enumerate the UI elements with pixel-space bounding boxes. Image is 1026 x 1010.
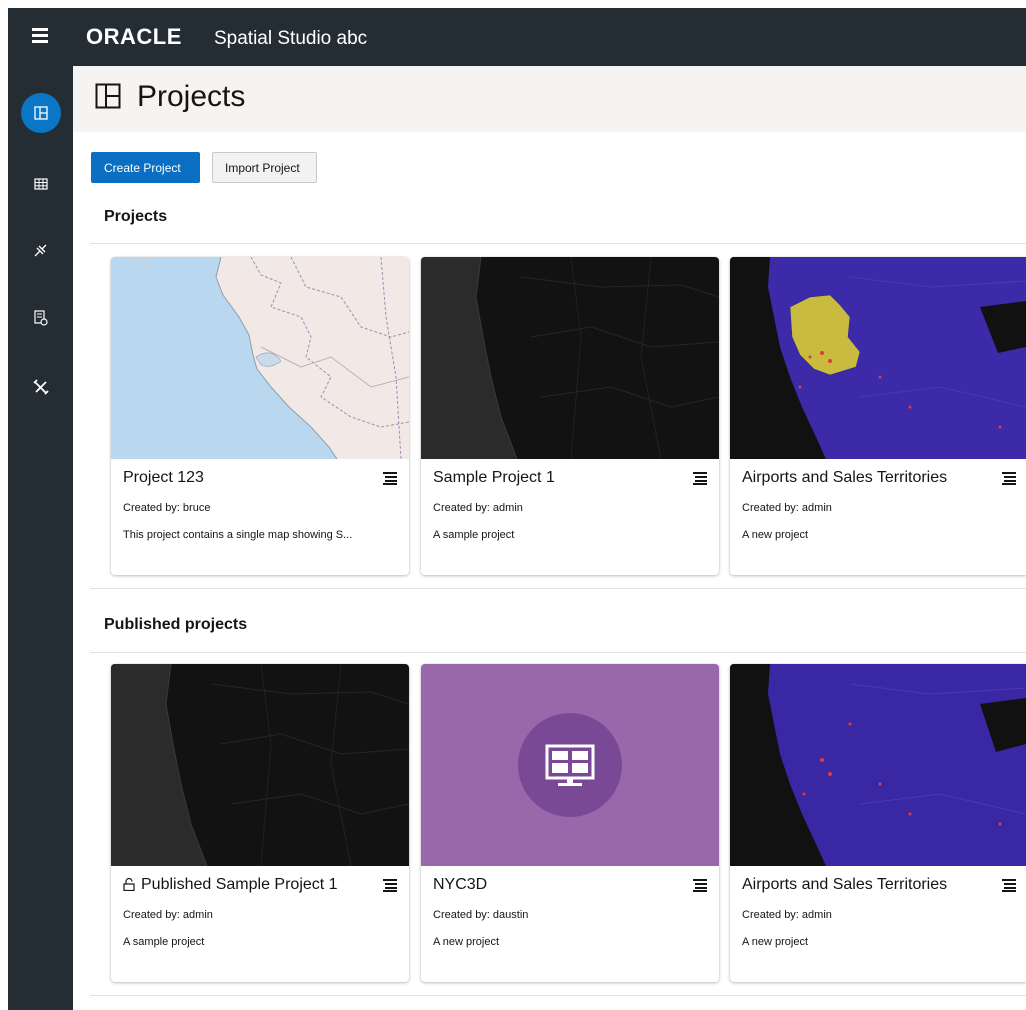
top-bar: ORACLE Spatial Studio abc [8, 8, 1026, 66]
card-author: Created by: admin [123, 909, 213, 921]
card-author: Created by: admin [742, 502, 832, 514]
card-menu-icon[interactable] [383, 471, 399, 485]
card-menu-icon[interactable] [693, 878, 709, 892]
published-project-card[interactable]: Published Sample Project 1 Created by: a… [111, 664, 409, 982]
published-section-title: Published projects [104, 616, 248, 633]
card-author: Created by: daustin [433, 909, 529, 921]
import-project-button[interactable]: Import Project [212, 152, 317, 183]
published-project-card[interactable]: Airports and Sales Territories Created b… [730, 664, 1026, 982]
create-project-button[interactable]: Create Project [91, 152, 200, 183]
project-card[interactable]: Airports and Sales Territories Created b… [730, 257, 1026, 575]
page-header: Projects [73, 66, 1026, 132]
divider [90, 995, 1026, 996]
card-menu-icon[interactable] [693, 471, 709, 485]
card-title: Airports and Sales Territories [742, 876, 948, 893]
projects-icon [95, 83, 121, 109]
card-menu-icon[interactable] [1002, 878, 1018, 892]
hamburger-menu-icon[interactable] [32, 28, 48, 44]
project-placeholder-thumbnail [421, 664, 719, 866]
map-thumbnail [111, 257, 409, 459]
card-title: Project 123 [123, 469, 204, 486]
card-menu-icon[interactable] [383, 878, 399, 892]
sidebar-item-jobs[interactable] [21, 298, 61, 338]
page-title: Projects [137, 80, 246, 113]
unlocked-icon [123, 878, 135, 892]
card-description: A sample project [123, 936, 205, 948]
card-title: Published Sample Project 1 [141, 876, 338, 893]
divider [90, 588, 1026, 589]
card-title-row: Published Sample Project 1 [123, 876, 338, 894]
card-title: Sample Project 1 [433, 469, 555, 486]
card-description: A new project [742, 936, 809, 948]
sidebar-item-tools[interactable] [21, 367, 61, 407]
card-title: Airports and Sales Territories [742, 469, 948, 486]
card-description: A new project [433, 936, 500, 948]
project-card[interactable]: Project 123 Created by: bruce This proje… [111, 257, 409, 575]
card-author: Created by: admin [433, 502, 523, 514]
card-description: A new project [742, 529, 809, 541]
map-thumbnail [111, 664, 409, 866]
connections-icon [34, 244, 47, 257]
datasets-icon [34, 178, 48, 190]
card-title: NYC3D [433, 876, 488, 893]
map-thumbnail [730, 257, 1026, 459]
projects-section-title: Projects [104, 208, 168, 225]
card-author: Created by: admin [742, 909, 832, 921]
projects-icon [34, 106, 48, 120]
jobs-icon [34, 310, 48, 326]
map-thumbnail [421, 257, 719, 459]
card-menu-icon[interactable] [1002, 471, 1018, 485]
map-thumbnail [730, 664, 1026, 866]
oracle-logo: ORACLE [86, 24, 182, 49]
sidebar [8, 66, 73, 1010]
divider [90, 652, 1026, 653]
card-description: This project contains a single map showi… [123, 529, 353, 541]
sidebar-item-projects[interactable] [21, 93, 61, 133]
app-title: Spatial Studio abc [214, 28, 368, 49]
card-description: A sample project [433, 529, 515, 541]
sidebar-item-datasets[interactable] [21, 164, 61, 204]
card-author: Created by: bruce [123, 502, 211, 514]
published-project-card[interactable]: NYC3D Created by: daustin A new project [421, 664, 719, 982]
project-card[interactable]: Sample Project 1 Created by: admin A sam… [421, 257, 719, 575]
sidebar-item-connections[interactable] [21, 230, 61, 270]
divider [90, 243, 1026, 244]
tools-icon [33, 379, 49, 395]
